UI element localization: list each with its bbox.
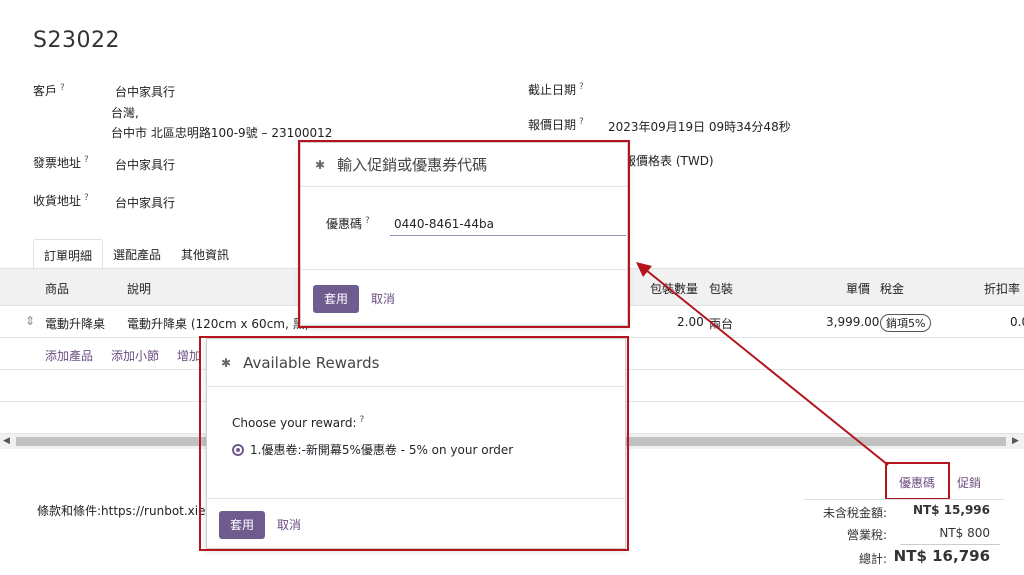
arrow-head [636, 262, 652, 277]
annotation-highlight-box [199, 336, 629, 551]
arrow-line [645, 269, 889, 466]
annotation-highlight-box [298, 140, 630, 328]
